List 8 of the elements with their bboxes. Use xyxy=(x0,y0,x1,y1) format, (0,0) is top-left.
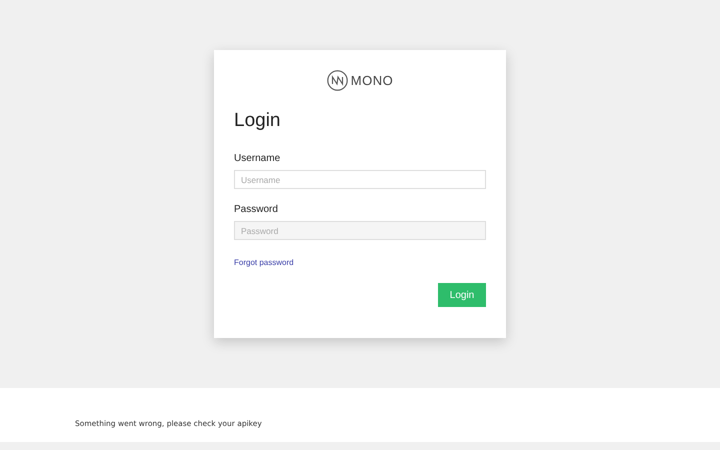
logo-text: MONO xyxy=(350,72,394,90)
username-field[interactable]: Username xyxy=(234,170,486,189)
forgot-password-link[interactable]: Forgot password xyxy=(234,257,294,269)
password-field[interactable]: Password xyxy=(234,221,486,240)
field-label: Password xyxy=(234,203,278,217)
form-title: Login xyxy=(234,109,280,133)
logo-icon xyxy=(326,70,348,91)
field-label: Username xyxy=(234,152,280,166)
